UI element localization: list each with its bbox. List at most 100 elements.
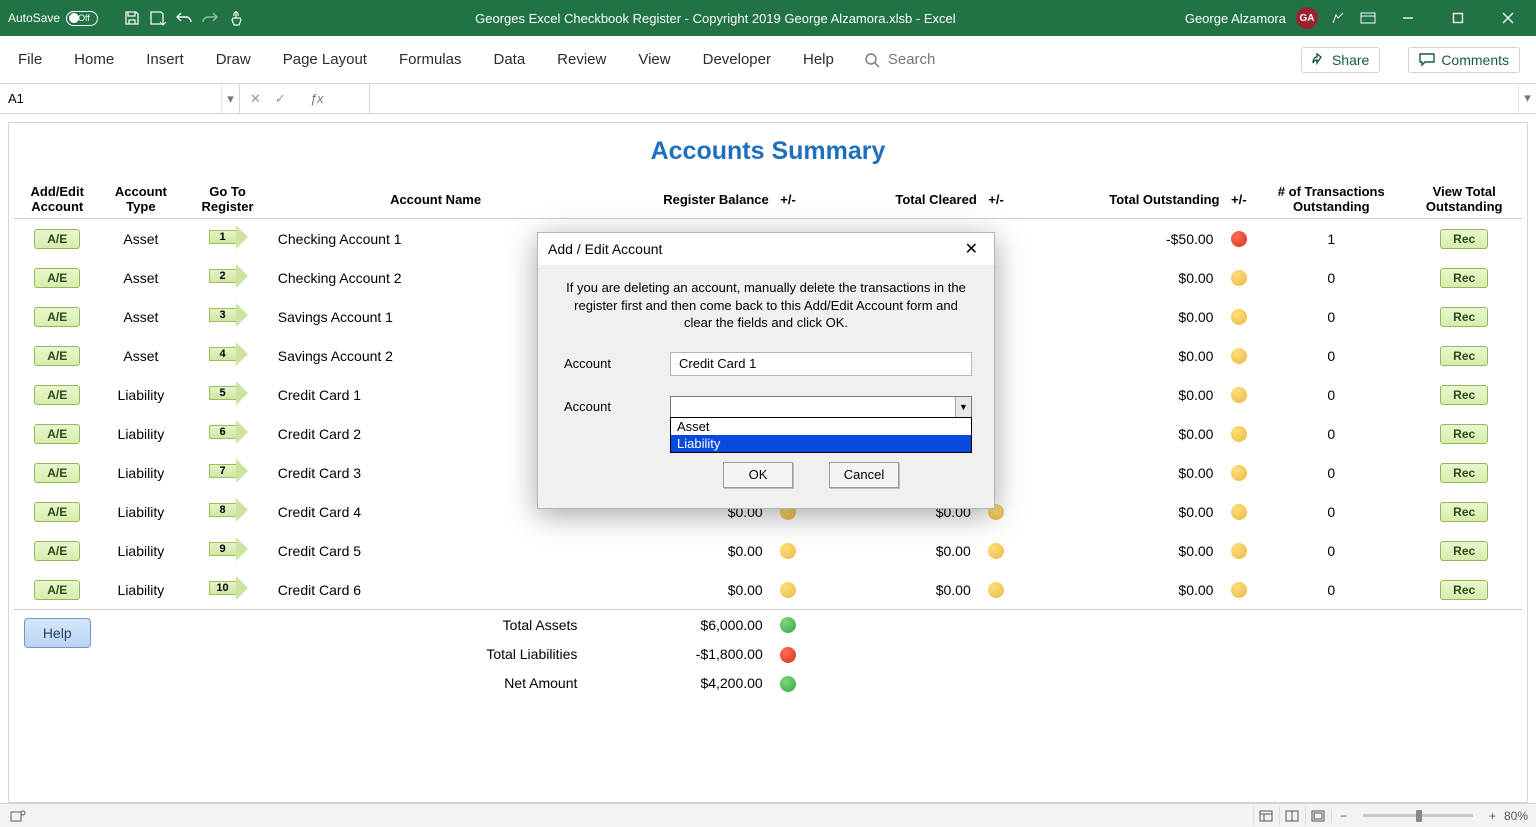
status-dot <box>1231 504 1247 520</box>
add-edit-button[interactable]: A/E <box>34 385 80 405</box>
autosave-label: AutoSave <box>8 11 60 25</box>
dropdown-icon[interactable]: ▼ <box>955 397 971 417</box>
save-to-cloud-icon[interactable] <box>148 8 168 28</box>
ntrans-cell: 0 <box>1256 336 1406 375</box>
minimize-button[interactable] <box>1388 4 1428 32</box>
add-edit-button[interactable]: A/E <box>34 463 80 483</box>
record-macro-icon[interactable] <box>8 806 28 826</box>
add-edit-button[interactable]: A/E <box>34 541 80 561</box>
formula-input[interactable] <box>370 84 1518 113</box>
account-type-cell: Asset <box>100 258 181 297</box>
rec-button[interactable]: Rec <box>1440 346 1488 366</box>
share-button[interactable]: Share <box>1301 47 1380 73</box>
autosave-toggle[interactable]: AutoSave Off <box>8 11 116 26</box>
add-edit-button[interactable]: A/E <box>34 502 80 522</box>
maximize-button[interactable] <box>1438 4 1478 32</box>
col-pm3: +/- <box>1221 180 1256 219</box>
rec-button[interactable]: Rec <box>1440 502 1488 522</box>
cancel-formula-icon[interactable]: ✕ <box>250 91 261 107</box>
total-value: -$1,800.00 <box>597 639 770 668</box>
goto-register-button[interactable]: 6 <box>209 420 247 444</box>
page-layout-view-button[interactable] <box>1279 806 1305 826</box>
ok-button[interactable]: OK <box>723 462 793 488</box>
account-type-select[interactable] <box>670 396 972 418</box>
tab-developer[interactable]: Developer <box>701 47 773 72</box>
name-box-input[interactable] <box>0 91 221 106</box>
account-type-cell: Liability <box>100 531 181 570</box>
coming-soon-icon[interactable] <box>1328 8 1348 28</box>
add-edit-button[interactable]: A/E <box>34 307 80 327</box>
goto-register-button[interactable]: 4 <box>209 342 247 366</box>
account-type-cell: Asset <box>100 336 181 375</box>
goto-register-button[interactable]: 8 <box>209 498 247 522</box>
ntrans-cell: 0 <box>1256 492 1406 531</box>
rec-button[interactable]: Rec <box>1440 385 1488 405</box>
close-button[interactable] <box>1488 4 1528 32</box>
undo-icon[interactable] <box>174 8 194 28</box>
comments-label: Comments <box>1441 52 1509 68</box>
redo-icon[interactable] <box>200 8 220 28</box>
tab-formulas[interactable]: Formulas <box>397 47 464 72</box>
page-break-view-button[interactable] <box>1305 806 1331 826</box>
add-edit-button[interactable]: A/E <box>34 580 80 600</box>
cancel-button[interactable]: Cancel <box>829 462 899 488</box>
save-icon[interactable] <box>122 8 142 28</box>
rec-button[interactable]: Rec <box>1440 463 1488 483</box>
goto-register-button[interactable]: 7 <box>209 459 247 483</box>
goto-register-button[interactable]: 5 <box>209 381 247 405</box>
rec-button[interactable]: Rec <box>1440 541 1488 561</box>
option-liability[interactable]: Liability <box>671 435 971 452</box>
tab-draw[interactable]: Draw <box>214 47 253 72</box>
document-title: Georges Excel Checkbook Register - Copyr… <box>246 11 1185 26</box>
goto-register-button[interactable]: 10 <box>209 576 247 600</box>
add-edit-button[interactable]: A/E <box>34 424 80 444</box>
dialog-close-button[interactable]: ✕ <box>959 239 984 259</box>
touch-mode-icon[interactable] <box>226 8 246 28</box>
account-name-input[interactable] <box>670 352 972 376</box>
rec-button[interactable]: Rec <box>1440 424 1488 444</box>
formula-expand[interactable]: ▾ <box>1518 84 1536 113</box>
worksheet[interactable]: Accounts Summary Add/Edit Account Accoun… <box>8 122 1528 803</box>
tab-review[interactable]: Review <box>555 47 608 72</box>
accept-formula-icon[interactable]: ✓ <box>275 91 286 107</box>
tab-insert[interactable]: Insert <box>144 47 186 72</box>
add-edit-button[interactable]: A/E <box>34 268 80 288</box>
ntrans-cell: 0 <box>1256 258 1406 297</box>
goto-register-button[interactable]: 2 <box>209 264 247 288</box>
total-outstanding-cell: -$50.00 <box>1013 219 1221 259</box>
total-outstanding-cell: $0.00 <box>1013 336 1221 375</box>
tab-page-layout[interactable]: Page Layout <box>281 47 369 72</box>
name-box-dropdown[interactable]: ▾ <box>221 85 239 113</box>
zoom-level[interactable]: 80% <box>1504 809 1528 823</box>
avatar[interactable]: GA <box>1296 7 1318 29</box>
zoom-out-button[interactable]: − <box>1331 809 1355 823</box>
tab-view[interactable]: View <box>636 47 672 72</box>
zoom-slider[interactable] <box>1363 814 1473 817</box>
goto-register-button[interactable]: 1 <box>209 225 247 249</box>
rec-button[interactable]: Rec <box>1440 268 1488 288</box>
goto-register-button[interactable]: 9 <box>209 537 247 561</box>
rec-button[interactable]: Rec <box>1440 580 1488 600</box>
account-type-cell: Liability <box>100 570 181 610</box>
rec-button[interactable]: Rec <box>1440 307 1488 327</box>
zoom-in-button[interactable]: + <box>1481 809 1504 823</box>
ribbon-search[interactable]: Search <box>864 51 936 68</box>
help-button[interactable]: Help <box>24 618 91 648</box>
ribbon-display-icon[interactable] <box>1358 8 1378 28</box>
tab-help[interactable]: Help <box>801 47 836 72</box>
rec-button[interactable]: Rec <box>1440 229 1488 249</box>
comments-button[interactable]: Comments <box>1408 47 1520 73</box>
goto-register-button[interactable]: 3 <box>209 303 247 327</box>
tab-data[interactable]: Data <box>491 47 527 72</box>
add-edit-button[interactable]: A/E <box>34 229 80 249</box>
account-name-cell: Credit Card 5 <box>274 531 598 570</box>
normal-view-button[interactable] <box>1253 806 1279 826</box>
add-edit-button[interactable]: A/E <box>34 346 80 366</box>
total-outstanding-cell: $0.00 <box>1013 531 1221 570</box>
tab-file[interactable]: File <box>16 47 44 72</box>
tab-home[interactable]: Home <box>72 47 116 72</box>
fx-icon[interactable]: ƒx <box>300 91 334 106</box>
name-box[interactable]: ▾ <box>0 84 240 113</box>
total-outstanding-cell: $0.00 <box>1013 453 1221 492</box>
option-asset[interactable]: Asset <box>671 418 971 435</box>
